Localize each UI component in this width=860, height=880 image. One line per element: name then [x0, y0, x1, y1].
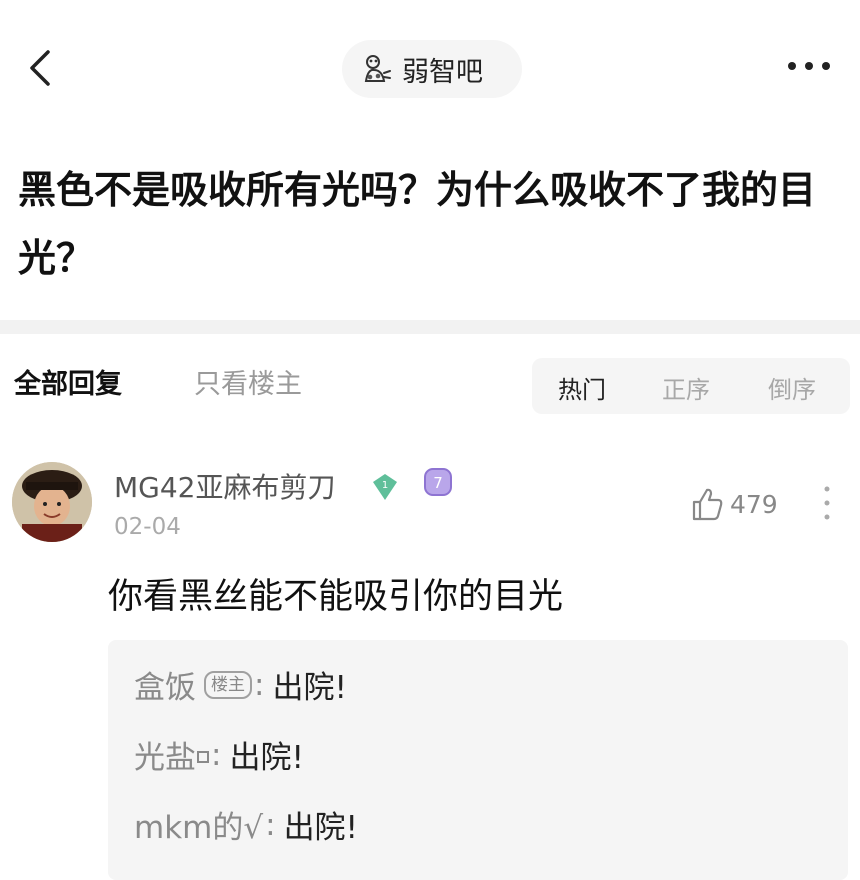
grade-badge-number: 7 — [433, 474, 443, 492]
thumbs-up-icon — [692, 488, 723, 521]
small-square-icon — [197, 750, 209, 763]
reply-filter-bar: 全部回复 只看楼主 热门 正序 倒序 — [0, 340, 860, 426]
sub-reply-item[interactable]: 盒饭 楼主 : 出院! — [134, 662, 347, 707]
sub-reply-text: 出院! — [272, 670, 347, 706]
like-button[interactable]: 479 — [690, 484, 778, 524]
more-vertical-icon[interactable] — [822, 484, 832, 522]
reply-username[interactable]: MG42亚麻布剪刀 — [114, 466, 336, 506]
reply-date: 02-04 — [114, 514, 181, 540]
sub-reply-colon: : — [211, 736, 222, 773]
avatar-image — [12, 462, 92, 542]
reply-content: 你看黑丝能不能吸引你的目光 — [108, 577, 564, 617]
sub-reply-colon: : — [265, 806, 276, 843]
sub-reply-user[interactable]: 盒饭 — [134, 662, 196, 707]
reply-post: MG42亚麻布剪刀 1 7 02-04 479 你看黑丝能不能吸引你的目光 盒饭… — [0, 450, 860, 880]
thread-title: 黑色不是吸收所有光吗？为什么吸收不了我的目光？ — [18, 168, 817, 280]
sub-reply-text: 出院! — [283, 810, 358, 846]
sort-asc-option[interactable]: 正序 — [662, 370, 710, 405]
section-divider — [0, 320, 860, 334]
level-badge-icon: 1 — [373, 474, 397, 500]
like-count: 479 — [730, 489, 778, 519]
avatar[interactable] — [12, 462, 92, 542]
sub-reply-item[interactable]: mkm的√ : 出院! — [134, 802, 358, 847]
sub-reply-item[interactable]: 光盐 : 出院! — [134, 732, 304, 777]
level-badge-number: 1 — [382, 480, 388, 491]
sub-reply-user[interactable]: 光盐 — [134, 732, 196, 777]
sub-reply-text: 出院! — [229, 740, 304, 776]
op-tag: 楼主 — [204, 670, 252, 699]
tab-only-op[interactable]: 只看楼主 — [194, 362, 302, 401]
more-horizontal-icon[interactable] — [784, 56, 834, 76]
sort-desc-option[interactable]: 倒序 — [768, 370, 816, 405]
forum-name: 弱智吧 — [402, 56, 483, 88]
forum-name-button[interactable]: 弱智吧 — [342, 40, 522, 98]
sub-replies-panel[interactable]: 盒饭 楼主 : 出院! 光盐 : 出院! mkm的√ : 出院! — [108, 640, 848, 880]
forum-mascot-icon — [364, 55, 391, 82]
sub-reply-user[interactable]: mkm的√ — [134, 802, 263, 847]
sort-toggle: 热门 正序 倒序 — [532, 358, 850, 414]
grade-badge-icon: 7 — [424, 468, 452, 496]
sub-reply-colon: : — [254, 666, 265, 703]
chevron-left-icon[interactable] — [22, 46, 62, 90]
top-bar: 弱智吧 — [0, 0, 860, 130]
sort-hot-option[interactable]: 热门 — [558, 370, 606, 405]
tab-all-replies[interactable]: 全部回复 — [14, 362, 122, 401]
